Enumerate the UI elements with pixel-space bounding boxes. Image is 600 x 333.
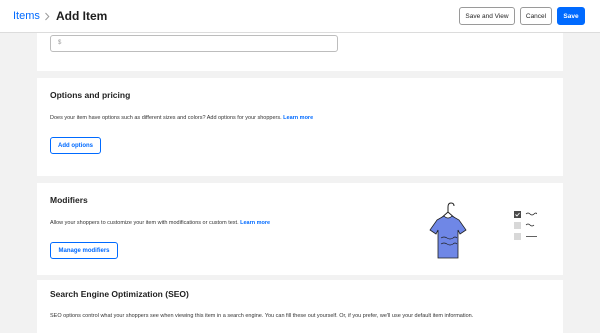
seo-card: Search Engine Optimization (SEO) SEO opt… bbox=[37, 280, 563, 333]
currency-prefix: $ bbox=[58, 40, 62, 46]
options-card: Options and pricing Does your item have … bbox=[37, 78, 563, 176]
top-bar: Items Add Item Save and View Cancel Save bbox=[0, 0, 600, 33]
modifiers-title: Modifiers bbox=[50, 195, 88, 205]
modifiers-learn-more-link[interactable]: Learn more bbox=[240, 220, 270, 226]
price-input[interactable]: $ bbox=[50, 35, 338, 52]
options-description: Does your item have options such as diff… bbox=[50, 115, 313, 121]
seo-title: Search Engine Optimization (SEO) bbox=[50, 289, 189, 299]
manage-modifiers-button[interactable]: Manage modifiers bbox=[50, 242, 118, 259]
breadcrumb-items-link[interactable]: Items bbox=[13, 10, 40, 22]
save-and-view-button[interactable]: Save and View bbox=[459, 7, 515, 25]
cancel-button[interactable]: Cancel bbox=[520, 7, 552, 25]
tshirt-illustration bbox=[429, 202, 537, 259]
modifiers-description-text: Allow your shoppers to customize your it… bbox=[50, 220, 239, 226]
page-title: Add Item bbox=[56, 9, 108, 23]
modifiers-card: Modifiers Allow your shoppers to customi… bbox=[37, 183, 563, 275]
save-button[interactable]: Save bbox=[557, 7, 585, 25]
add-options-button[interactable]: Add options bbox=[50, 137, 101, 154]
options-title: Options and pricing bbox=[50, 90, 131, 100]
modifiers-description: Allow your shoppers to customize your it… bbox=[50, 220, 270, 226]
options-learn-more-link[interactable]: Learn more bbox=[283, 115, 313, 121]
seo-description: SEO options control what your shoppers s… bbox=[50, 313, 474, 319]
options-description-text: Does your item have options such as diff… bbox=[50, 115, 282, 121]
price-card: $ bbox=[37, 33, 563, 71]
chevron-right-icon bbox=[45, 12, 50, 21]
